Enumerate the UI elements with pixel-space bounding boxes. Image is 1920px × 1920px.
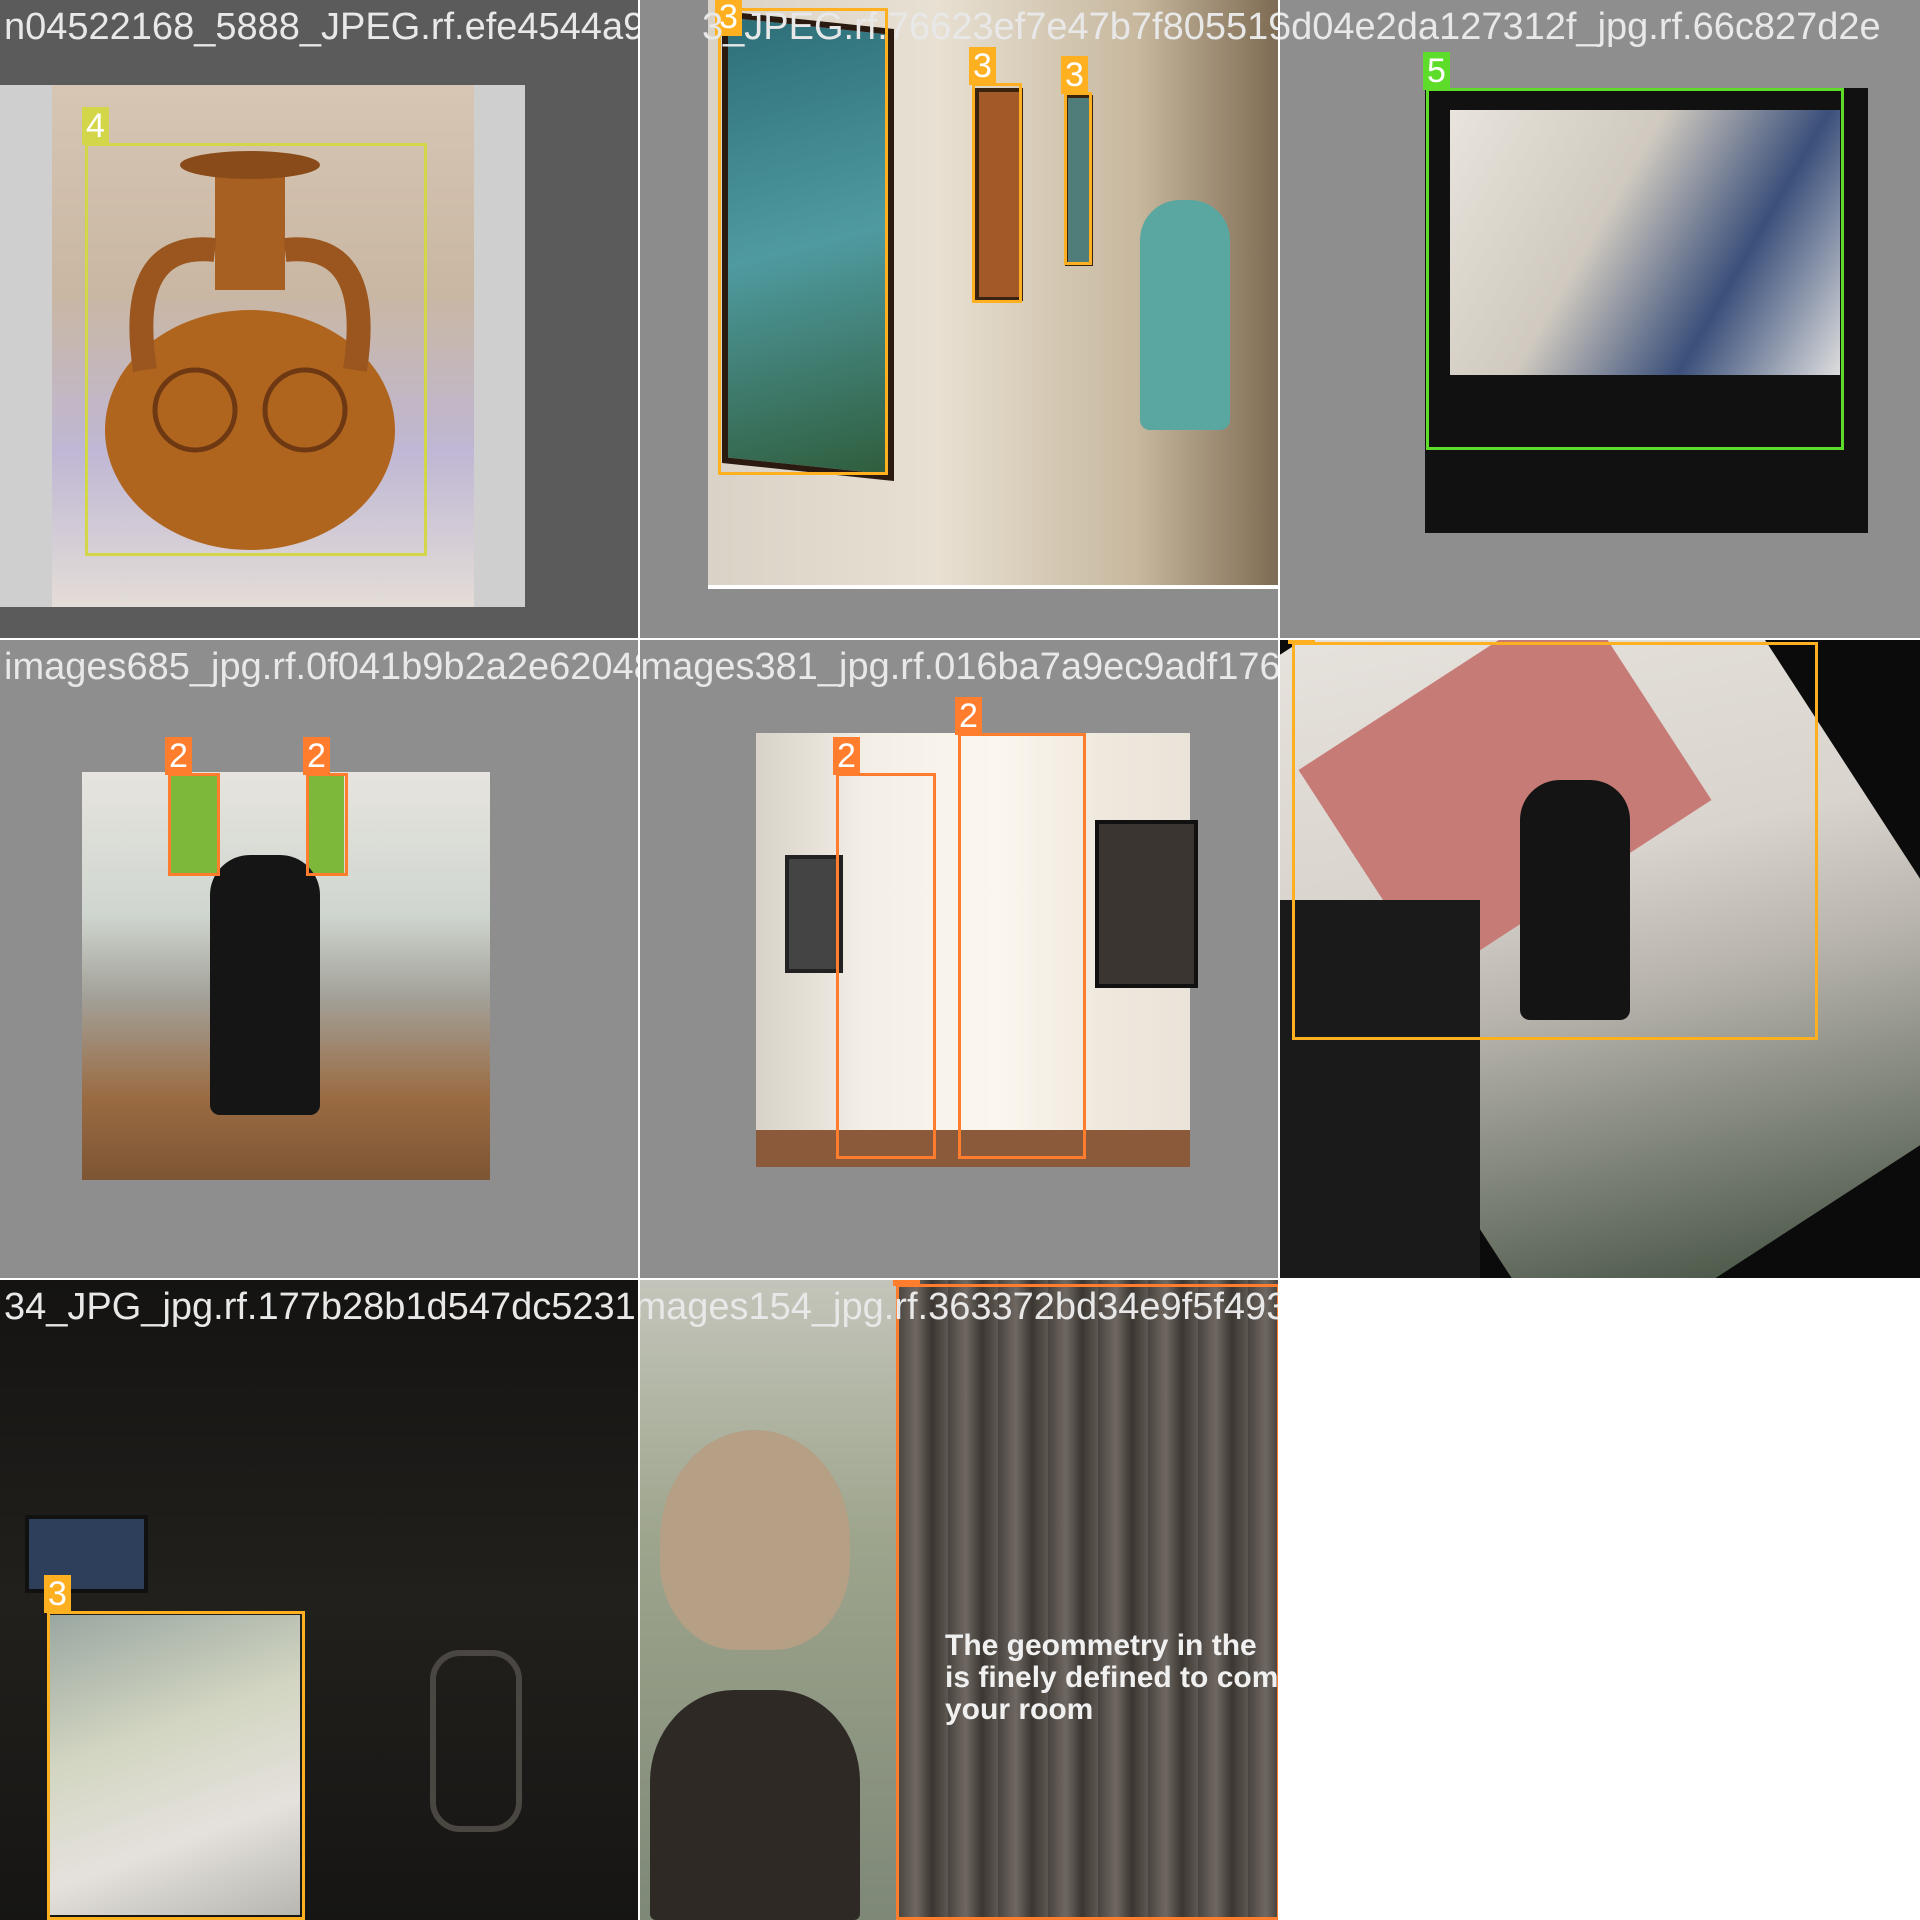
- tile-gallery: 3 3 3 3_JPEG.rf.76623ef7e47b7f8055190d94…: [640, 0, 1280, 640]
- tile-dark-curtain: The geommetry in the is finely defined t…: [640, 1280, 1280, 1920]
- glass-vase: [650, 1690, 860, 1920]
- tile-vase: 4 n04522168_5888_JPEG.rf.efe4544a9565: [0, 0, 640, 640]
- class-label: 2: [303, 737, 330, 775]
- class-label: 2: [165, 737, 192, 775]
- bbox: [836, 773, 936, 1159]
- tile-filename: images381_jpg.rf.016ba7a9ec9adf176819_JP…: [640, 646, 1280, 688]
- class-label: 5: [1423, 52, 1450, 90]
- bbox: [896, 1284, 1280, 1920]
- bbox: [1426, 88, 1844, 450]
- bbox: [47, 1611, 305, 1920]
- tile-kitchen: 2 2 images685_jpg.rf.0f041b9b2a2e62048b5…: [0, 640, 640, 1280]
- grid-divider: [0, 1278, 1920, 1280]
- bbox: [718, 8, 888, 475]
- grid-divider: [638, 0, 640, 1920]
- chair: [430, 1650, 522, 1832]
- grid-divider: [0, 638, 1920, 640]
- visitor: [1140, 200, 1230, 430]
- class-label: 3: [1288, 640, 1315, 644]
- tile-filename: images685_jpg.rf.0f041b9b2a2e62048b5d4d3…: [4, 646, 640, 688]
- tile-curtains: 2 2 images381_jpg.rf.016ba7a9ec9adf17681…: [640, 640, 1280, 1280]
- class-label: 3: [1061, 56, 1088, 94]
- bbox: [1064, 92, 1092, 265]
- woman: [210, 855, 320, 1115]
- wall-frame-left: [785, 855, 843, 973]
- bbox: [958, 733, 1086, 1159]
- tile-filename: 6d04e2da127312f_jpg.rf.66c827d2e: [1280, 6, 1881, 48]
- wall-frame-right: [1095, 820, 1198, 988]
- class-label: 3: [969, 47, 996, 85]
- dried-flowers: [660, 1430, 850, 1650]
- grid-divider: [1278, 0, 1280, 1920]
- class-label: 2: [955, 697, 982, 735]
- tile-dark-room: 3 34_JPG_jpg.rf.177b28b1d547dc5231: [0, 1280, 640, 1920]
- class-label: 3: [44, 1575, 71, 1613]
- bbox: [85, 143, 427, 556]
- tile-filename: 3_JPEG.rf.76623ef7e47b7f8055190d9402f: [702, 6, 1280, 48]
- class-label: 4: [82, 107, 109, 145]
- bbox: [168, 773, 220, 876]
- bbox: [306, 773, 348, 876]
- tile-filename: 34_JPG_jpg.rf.177b28b1d547dc5231: [4, 1286, 636, 1328]
- tile-rotated-gallery: 3: [1280, 640, 1920, 1280]
- tile-monitor: 5 6d04e2da127312f_jpg.rf.66c827d2e: [1280, 0, 1920, 640]
- tile-filename: images154_jpg.rf.363372bd34e9f5f493fbc05: [640, 1286, 1280, 1328]
- tile-filename: n04522168_5888_JPEG.rf.efe4544a9565: [4, 6, 640, 48]
- class-label: 2: [833, 737, 860, 775]
- bbox: [972, 83, 1022, 303]
- bbox: [1292, 642, 1818, 1040]
